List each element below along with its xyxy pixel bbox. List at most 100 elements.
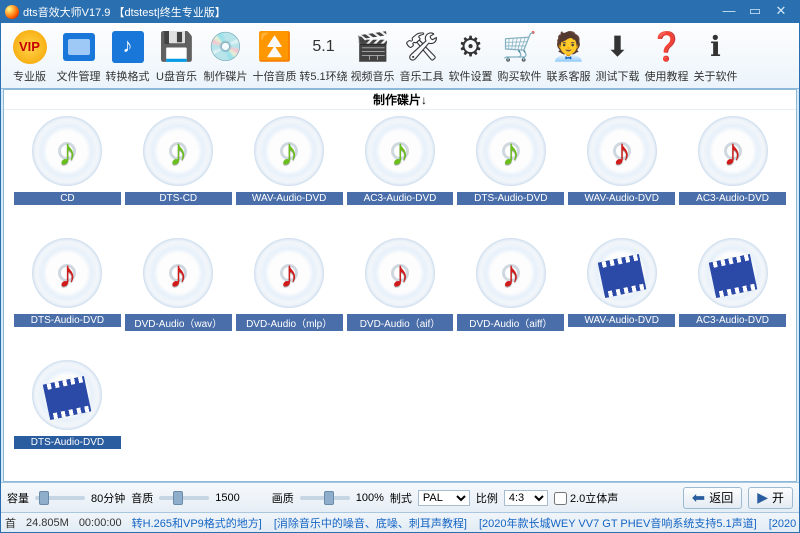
picture-value: 100%: [356, 492, 384, 504]
disc-label: WAV-Audio-DVD: [236, 192, 343, 205]
about-label: 关于软件: [694, 68, 738, 84]
disc-overlay-film: [712, 252, 754, 294]
status-link[interactable]: [2020: [769, 518, 797, 530]
disc-overlay-note-green: ♪: [268, 130, 310, 172]
status-link[interactable]: 转H.265和VP9格式的地方]: [132, 518, 262, 530]
ratio-select[interactable]: 4:316:9: [504, 490, 548, 506]
stereo-checkbox-label[interactable]: 2.0立体声: [554, 490, 618, 506]
file-label: 文件管理: [57, 68, 101, 84]
toolbar-video[interactable]: 🎬视频音乐: [348, 26, 397, 86]
disc-item-11[interactable]: ♪ DVD-Audio（aiff）: [457, 238, 564, 356]
disc-item-0[interactable]: ♪CD: [14, 116, 121, 234]
disc-item-3[interactable]: ♪AC3-Audio-DVD: [347, 116, 454, 234]
file-icon: [60, 28, 98, 66]
disc-item-13[interactable]: AC3-Audio-DVD: [679, 238, 786, 356]
format-label: 制式: [390, 490, 412, 506]
buy-icon: 🛒: [501, 28, 539, 66]
disc-label: DVD-Audio（aiff）: [457, 314, 564, 331]
download-icon: ⬇: [599, 28, 637, 66]
disc-icon: ♪: [365, 116, 435, 186]
disc-item-12[interactable]: WAV-Audio-DVD: [568, 238, 675, 356]
vip-label: 专业版: [13, 68, 46, 84]
disc-overlay-note-red: ♪: [268, 252, 310, 294]
toolbar-download[interactable]: ⬇ 测试下载: [593, 26, 642, 86]
toolbar-file[interactable]: 文件管理: [54, 26, 103, 86]
download-label: 测试下载: [596, 68, 640, 84]
start-button[interactable]: ▶开: [748, 487, 793, 509]
disc-overlay-note-red: ♪: [490, 252, 532, 294]
disc-item-1[interactable]: ♪DTS-CD: [125, 116, 232, 234]
back-label: 返回: [709, 489, 733, 506]
status-links: 转H.265和VP9格式的地方] [消除音乐中的噪音、底噪、刺耳声教程] [2020…: [132, 515, 799, 531]
back-button[interactable]: ⬅返回: [683, 487, 742, 509]
toolbar-makedisc[interactable]: 💿制作碟片: [201, 26, 250, 86]
disc-icon: ♪: [365, 238, 435, 308]
disc-item-9[interactable]: ♪DVD-Audio（mlp）: [236, 238, 343, 356]
disc-item-5[interactable]: ♪WAV-Audio-DVD: [568, 116, 675, 234]
toolbar-tutorial[interactable]: ❓使用教程: [642, 26, 691, 86]
toolbar-usb[interactable]: 💾U盘音乐: [152, 26, 201, 86]
makedisc-label: 制作碟片: [204, 68, 248, 84]
toolbar-to51[interactable]: 5.1 转5.1环绕: [299, 26, 348, 86]
toolbar-support[interactable]: 🧑‍💼联系客服: [544, 26, 593, 86]
main-toolbar: VIP专业版文件管理♪转换格式💾U盘音乐💿制作碟片⏫十倍音质5.1 转5.1环绕🎬…: [1, 23, 799, 89]
disc-item-8[interactable]: ♪DVD-Audio（wav）: [125, 238, 232, 356]
disc-icon: ♪: [476, 238, 546, 308]
close-button[interactable]: ✕: [773, 5, 789, 19]
disc-item-2[interactable]: ♪ WAV-Audio-DVD: [236, 116, 343, 234]
stereo-text: 2.0立体声: [570, 493, 618, 505]
format-select[interactable]: PALNTSC: [418, 490, 470, 506]
toolbar-tools[interactable]: 🛠 音乐工具: [397, 26, 446, 86]
quality-slider[interactable]: [159, 496, 209, 500]
disc-item-14[interactable]: DTS-Audio-DVD: [14, 360, 121, 478]
quality-value: 1500: [215, 492, 239, 504]
tools-icon: 🛠: [403, 28, 441, 66]
disc-icon: [698, 238, 768, 308]
toolbar-vip[interactable]: VIP专业版: [5, 26, 54, 86]
disc-item-4[interactable]: ♪DTS-Audio-DVD: [457, 116, 564, 234]
disc-overlay-note-green: ♪: [490, 130, 532, 172]
quality-label: 音质: [131, 490, 153, 506]
titlebar: dts音效大师V17.9 【dtstest|终生专业版】 — ▭ ✕: [1, 1, 799, 23]
disc-item-7[interactable]: ♪DTS-Audio-DVD: [14, 238, 121, 356]
to51-icon: 5.1: [305, 28, 343, 66]
disc-icon: ♪: [587, 116, 657, 186]
arrow-left-icon: ⬅: [692, 488, 705, 508]
tools-label: 音乐工具: [400, 68, 444, 84]
status-link[interactable]: [2020年款长城WEY VV7 GT PHEV音响系统支持5.1声道]: [479, 518, 757, 530]
disc-overlay-note-green: ♪: [46, 130, 88, 172]
stereo-checkbox[interactable]: [554, 492, 567, 505]
disc-item-6[interactable]: ♪AC3-Audio-DVD: [679, 116, 786, 234]
maximize-button[interactable]: ▭: [747, 5, 763, 19]
disc-label: DTS-Audio-DVD: [14, 436, 121, 449]
toolbar-convert[interactable]: ♪转换格式: [103, 26, 152, 86]
settings-icon: ⚙: [452, 28, 490, 66]
settings-label: 软件设置: [449, 68, 493, 84]
disc-icon: [32, 360, 102, 430]
toolbar-buy[interactable]: 🛒购买软件: [495, 26, 544, 86]
disc-label: DVD-Audio（aif）: [347, 314, 454, 331]
disc-icon: ♪: [143, 238, 213, 308]
disc-icon: ♪: [254, 116, 324, 186]
toolbar-tenx[interactable]: ⏫十倍音质: [250, 26, 299, 86]
ratio-label: 比例: [476, 490, 498, 506]
minimize-button[interactable]: —: [721, 5, 737, 19]
disc-label: WAV-Audio-DVD: [568, 314, 675, 327]
about-icon: ℹ: [697, 28, 735, 66]
convert-icon: ♪: [109, 28, 147, 66]
support-icon: 🧑‍💼: [550, 28, 588, 66]
disc-overlay-film: [601, 252, 643, 294]
disc-item-10[interactable]: ♪ DVD-Audio（aif）: [347, 238, 454, 356]
window-title: dts音效大师V17.9 【dtstest|终生专业版】: [23, 4, 715, 20]
toolbar-settings[interactable]: ⚙ 软件设置: [446, 26, 495, 86]
disc-overlay-note-red: ♪: [601, 130, 643, 172]
toolbar-about[interactable]: ℹ 关于软件: [691, 26, 740, 86]
disc-icon: ♪: [476, 116, 546, 186]
capacity-label: 容量: [7, 490, 29, 506]
usb-icon: 💾: [158, 28, 196, 66]
picture-slider[interactable]: [300, 496, 350, 500]
capacity-slider[interactable]: [35, 496, 85, 500]
disc-icon: [587, 238, 657, 308]
to51-label: 转5.1环绕: [299, 68, 347, 84]
status-link[interactable]: [消除音乐中的噪音、底噪、刺耳声教程]: [274, 518, 467, 530]
